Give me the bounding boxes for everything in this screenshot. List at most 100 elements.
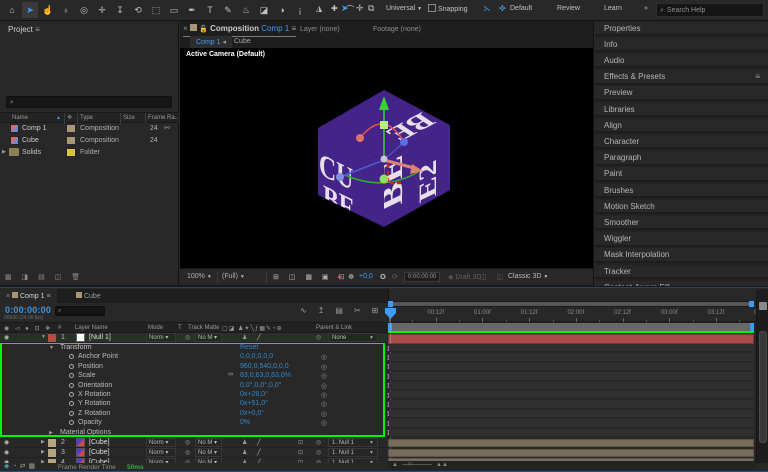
status-toggle-icons[interactable]: ◈◔⇄▦	[4, 462, 38, 470]
graph-toggle-icon[interactable]: ◎	[321, 363, 327, 371]
expand-chevron-icon[interactable]: ▼	[41, 334, 46, 340]
sort-ascending-icon[interactable]: ▲	[56, 115, 61, 121]
panel-tab-content-aware-fill[interactable]: Content-Aware Fill	[595, 281, 768, 286]
flowchart-icon[interactable]: ⚯	[164, 124, 170, 132]
label-swatch[interactable]	[48, 439, 56, 447]
project-tab[interactable]: Project ≡	[8, 25, 40, 34]
track-matte-dropdown[interactable]: No M ▾	[195, 448, 222, 457]
graph-toggle-icon[interactable]: ◎	[321, 382, 327, 390]
type-tool-icon[interactable]: T	[202, 2, 218, 18]
roi-tool-icon[interactable]: ⬚	[148, 2, 164, 18]
graph-toggle-icon[interactable]: ◎	[321, 410, 327, 418]
property-value[interactable]: 0,0,0,0,0,0	[240, 353, 273, 360]
label-swatch[interactable]	[67, 125, 75, 132]
rotate-tool-icon[interactable]: ⟲	[130, 2, 146, 18]
property-row[interactable]: Z Rotation0x+0,0°◎	[0, 410, 387, 419]
track-matte-dropdown[interactable]: No M ▾	[195, 438, 222, 447]
stopwatch-icon[interactable]	[69, 373, 74, 378]
material-options-row[interactable]: ▶Material Options	[0, 429, 387, 438]
stopwatch-icon[interactable]	[69, 383, 74, 388]
panel-tab-brushes[interactable]: Brushes	[595, 184, 768, 199]
snap-options2-icon[interactable]: ✜	[499, 4, 506, 13]
workspace-tab-default[interactable]: Default	[510, 5, 532, 12]
property-value[interactable]: 960,0,540,0,0,0	[240, 363, 289, 370]
label-swatch[interactable]	[48, 334, 56, 342]
panel-tab-properties[interactable]: Properties	[595, 22, 768, 37]
label-swatch[interactable]	[67, 149, 75, 156]
property-row[interactable]: Y Rotation0x+51,0°◎	[0, 400, 387, 409]
snap-options-icon[interactable]: ⋋	[483, 4, 491, 13]
panel-tab-preview[interactable]: Preview	[595, 86, 768, 101]
panel-tab-paint[interactable]: Paint	[595, 167, 768, 182]
matte-toggle-icon[interactable]: ◎	[185, 334, 190, 341]
help-search-input[interactable]: ⌕Search Help	[656, 3, 764, 17]
mode-dropdown[interactable]: Norm ▾	[146, 448, 176, 457]
parent-dropdown-arrow[interactable]: ▾	[370, 449, 373, 456]
workspace-tab-learn[interactable]: Learn	[604, 5, 622, 12]
property-row[interactable]: Scale∞63,0,63,0,63,0%◎	[0, 372, 387, 381]
hand-tool-icon[interactable]: ☝	[40, 2, 56, 18]
panel-tab-character[interactable]: Character	[595, 135, 768, 150]
eraser-tool-icon[interactable]: ◪	[256, 2, 272, 18]
back-icon[interactable]: ◂	[222, 39, 226, 46]
parent-pickwhip-icon[interactable]: ◎	[316, 449, 321, 456]
property-value[interactable]: 0x+51,0°	[240, 400, 268, 407]
parent-pickwhip-icon[interactable]: ◎	[316, 439, 321, 446]
eye-icon[interactable]: ◉	[4, 334, 9, 341]
project-footer-icons[interactable]: ▦ ◨ ▤ ◫ 🗑	[5, 273, 84, 281]
orbit-camera-icon[interactable]: ◎	[76, 2, 92, 18]
parent-dropdown-arrow[interactable]: ▾	[370, 334, 373, 341]
brush-tool-icon[interactable]: ✎	[220, 2, 236, 18]
timeline-zoom-control[interactable]: ▲ ○ ▲▲	[388, 461, 756, 470]
label-column-icon[interactable]: ❖	[67, 114, 72, 121]
timeline-scrollbar[interactable]	[756, 301, 768, 465]
null-layer-bar[interactable]	[388, 334, 754, 344]
draft3d-button[interactable]: ◈ Draft 3D	[448, 273, 481, 281]
cube-layer-bar[interactable]	[388, 449, 754, 457]
property-value[interactable]: 0,0°,0,0°,0,0°	[240, 382, 281, 389]
viewer-subtab-active[interactable]: Comp 1 ◂	[190, 36, 232, 48]
project-row[interactable]: ▶SolidsFolder	[0, 147, 178, 159]
rectangle-tool-icon[interactable]: ▭	[166, 2, 182, 18]
property-value[interactable]: 0x+0,0°	[240, 410, 264, 417]
eye-icon[interactable]: ◉	[4, 449, 9, 456]
expand-chevron-icon[interactable]: ▶	[41, 439, 45, 445]
stopwatch-icon[interactable]	[69, 401, 74, 406]
property-value[interactable]: 0%	[240, 419, 250, 426]
layer-tab[interactable]: Layer (none)	[300, 26, 340, 33]
project-search-input[interactable]: ⌕	[6, 96, 172, 108]
property-value[interactable]: 63,0,63,0,63,0%	[240, 372, 291, 379]
panel-tab-mask-interpolation[interactable]: Mask Interpolation	[595, 248, 768, 263]
show-snapshot-icon[interactable]: ⟳	[392, 273, 398, 281]
label-swatch[interactable]	[48, 449, 56, 457]
property-row[interactable]: Opacity0%◎	[0, 419, 387, 428]
workspace-tab-review[interactable]: Review	[557, 5, 580, 12]
selection-3d-icon[interactable]: ➤	[341, 3, 349, 14]
footage-tab[interactable]: Footage (none)	[373, 26, 421, 33]
project-row[interactable]: Comp 1Composition24⚯	[0, 123, 178, 135]
link-dimensions-icon[interactable]: ∞	[228, 371, 233, 378]
zoom-level-dropdown[interactable]: 100% ▼	[187, 273, 212, 280]
panel-menu-icon[interactable]: ≡	[46, 293, 50, 300]
pan-camera-icon[interactable]: ✛	[94, 2, 110, 18]
panel-tab-audio[interactable]: Audio	[595, 54, 768, 69]
stopwatch-icon[interactable]	[69, 411, 74, 416]
panel-tab-wiggler[interactable]: Wiggler	[595, 232, 768, 247]
graph-toggle-icon[interactable]: ◎	[321, 372, 327, 380]
panel-menu-icon[interactable]: ≡	[755, 70, 760, 84]
stopwatch-icon[interactable]	[69, 364, 74, 369]
workspace-more-button[interactable]: »	[644, 5, 648, 12]
channel-icon[interactable]: ▲	[336, 273, 343, 280]
reset-link[interactable]: Reset	[240, 344, 258, 351]
graph-toggle-icon[interactable]: ◎	[321, 400, 327, 408]
snapshot-icon[interactable]: ✪	[380, 273, 386, 281]
layer-row[interactable]: ◉▶3[Cube]Norm ▾◎No M ▾♟╱⊡◎1. Null 1▾	[0, 448, 387, 458]
timeline-tab-comp1[interactable]: × Comp 1 ≡	[0, 289, 57, 303]
panel-menu-icon[interactable]: ≡	[291, 24, 296, 33]
cube-layer-bar[interactable]	[388, 439, 754, 447]
property-row[interactable]: X Rotation0x+28,0°◎	[0, 391, 387, 400]
home-icon[interactable]: ⌂	[4, 2, 20, 18]
panel-tab-effects-presets[interactable]: Effects & Presets≡	[595, 70, 768, 85]
panel-tab-libraries[interactable]: Libraries	[595, 103, 768, 118]
box-3d-icon[interactable]: ⧉	[368, 3, 374, 14]
